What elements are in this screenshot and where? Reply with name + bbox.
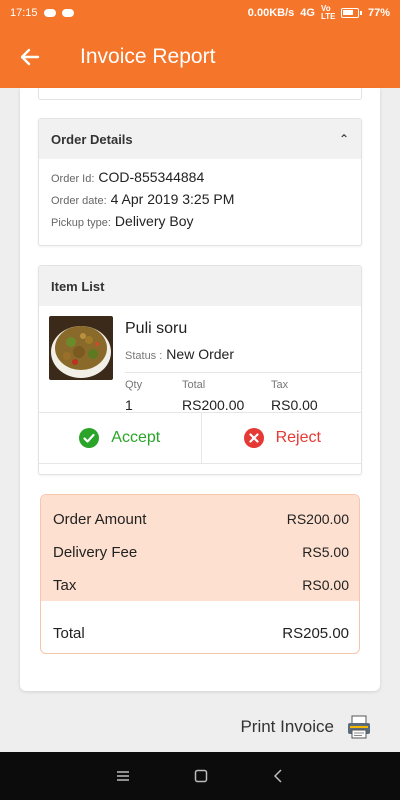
tax-row: Tax RS0.00 [53, 577, 349, 594]
system-nav-bar [0, 752, 400, 800]
tax-value: RS0.00 [271, 397, 318, 413]
status-time: 17:15 [10, 7, 38, 19]
qty-value: 1 [125, 397, 133, 413]
order-id-label: Order Id: [51, 173, 95, 185]
pickup-type-value: Delivery Boy [114, 213, 194, 229]
notification-icon [43, 9, 56, 17]
app-bar: Invoice Report [0, 26, 400, 88]
check-circle-icon [79, 428, 100, 448]
item-list-header: Item List [39, 266, 361, 306]
list-item: Puli soru Status : New Order [39, 306, 361, 380]
order-date-value: 4 Apr 2019 3:25 PM [110, 191, 235, 207]
order-amount-value: RS200.00 [286, 511, 349, 527]
status-value: New Order [166, 346, 234, 362]
accept-label: Accept [111, 429, 161, 446]
total-amount: RS205.00 [282, 625, 349, 642]
signal-label: 4G [300, 7, 315, 19]
order-id-row: Order Id: COD-855344884 [51, 169, 349, 191]
total-column: Total RS200.00 [182, 379, 244, 413]
order-details-header[interactable]: Order Details ⌃ [39, 119, 361, 159]
invoice-summary: Order Amount RS200.00 Delivery Fee RS5.0… [40, 494, 360, 654]
qty-column: Qty 1 [125, 379, 142, 413]
total-row: Total RS205.00 [53, 625, 349, 642]
menu-icon[interactable] [116, 770, 130, 782]
item-actions: Accept Reject [39, 412, 362, 464]
status-label: Status : [125, 350, 163, 362]
order-date-label: Order date: [51, 195, 107, 207]
summary-tax-value: RS0.00 [302, 577, 349, 593]
accept-button[interactable]: Accept [39, 413, 202, 463]
volte-label: Vo LTE [320, 4, 336, 21]
reject-label: Reject [275, 429, 321, 446]
pickup-type-label: Pickup type: [51, 217, 111, 229]
chevron-up-icon[interactable]: ⌃ [339, 132, 349, 146]
order-details-title: Order Details [51, 131, 133, 147]
back-triangle-icon[interactable] [272, 769, 284, 783]
item-list-title: Item List [51, 278, 105, 294]
delivery-fee-label: Delivery Fee [53, 544, 138, 561]
total-value: RS200.00 [182, 397, 245, 413]
item-name: Puli soru [125, 320, 188, 337]
printer-icon [348, 715, 370, 739]
order-id-value: COD-855344884 [98, 169, 205, 185]
total-label-summary: Total [53, 625, 85, 642]
pickup-type-row: Pickup type: Delivery Boy [51, 213, 349, 235]
item-table: Qty 1 Total RS200.00 Tax RS0.00 [125, 372, 361, 413]
battery-icon [340, 8, 362, 18]
arrow-left-icon [20, 48, 40, 66]
tax-column: Tax RS0.00 [271, 379, 318, 413]
status-bar: 17:15 0.00KB/s 4G Vo LTE 77% [0, 0, 400, 26]
order-date-row: Order date: 4 Apr 2019 3:25 PM [51, 191, 349, 213]
collapsed-section-edge [38, 88, 362, 100]
zigzag-divider [41, 601, 359, 611]
print-invoice-label: Print Invoice [240, 717, 334, 736]
reject-button[interactable]: Reject [202, 413, 362, 463]
network-speed: 0.00KB/s [247, 7, 295, 19]
order-amount-label: Order Amount [53, 511, 147, 528]
item-list-section: Item List Puli soru Status: New Order Q… [38, 265, 362, 475]
delivery-fee-row: Delivery Fee RS5.00 [53, 544, 349, 561]
qty-label: Qty [125, 379, 143, 391]
order-details-section: Order Details ⌃ Order Id: COD-855344884 … [38, 118, 362, 246]
notification-icon [61, 9, 74, 17]
page-title: Invoice Report [80, 45, 216, 68]
total-label: Total [182, 379, 206, 391]
food-image [49, 316, 113, 380]
delivery-fee-value: RS5.00 [302, 544, 349, 560]
home-square-icon[interactable] [194, 769, 208, 783]
battery-percent: 77% [367, 7, 390, 19]
back-button[interactable] [0, 26, 60, 88]
order-amount-row: Order Amount RS200.00 [53, 511, 349, 528]
print-invoice-button[interactable]: Print Invoice [0, 706, 400, 748]
invoice-card: Order Details ⌃ Order Id: COD-855344884 … [20, 88, 380, 691]
cancel-circle-icon [243, 428, 264, 448]
tax-label: Tax [271, 379, 289, 391]
summary-tax-label: Tax [53, 577, 77, 594]
